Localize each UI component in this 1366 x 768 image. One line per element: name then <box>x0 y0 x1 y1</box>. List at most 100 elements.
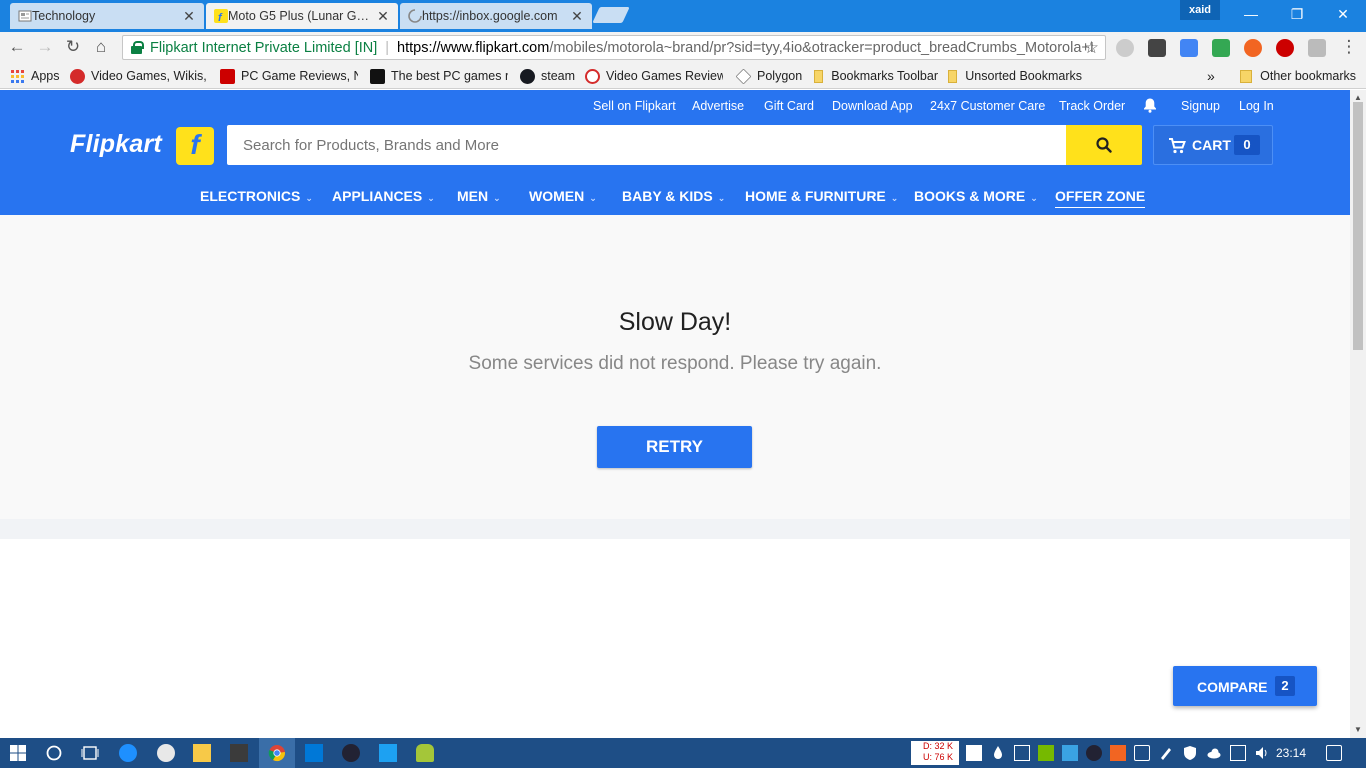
extension-orange-icon[interactable] <box>1244 39 1262 57</box>
back-arrow-icon[interactable]: ← <box>6 36 28 58</box>
cortana-icon[interactable] <box>45 744 63 762</box>
tab-inbox[interactable]: https://inbox.google.com ✕ <box>400 3 592 29</box>
category-baby-kids[interactable]: BABY & KIDS ⌄ <box>622 188 725 204</box>
file-explorer-icon[interactable] <box>193 744 211 762</box>
tray-network-app-icon[interactable] <box>1062 745 1078 761</box>
offer-zone-link[interactable]: OFFER ZONE <box>1055 188 1146 208</box>
usb-icon[interactable] <box>1134 745 1150 761</box>
bookmark-folder-unsorted[interactable]: Unsorted Bookmarks <box>948 67 1082 85</box>
media-app-icon[interactable] <box>230 744 248 762</box>
drive-extension-icon[interactable] <box>1212 39 1230 57</box>
login-link[interactable]: Log In <box>1239 99 1274 113</box>
restore-button[interactable]: ❐ <box>1274 0 1320 28</box>
tab-close-icon[interactable]: ✕ <box>570 8 584 25</box>
search-button[interactable] <box>1066 125 1142 165</box>
category-electronics[interactable]: ELECTRONICS ⌄ <box>200 188 313 204</box>
network-meter[interactable]: D: 32 K U: 76 K <box>911 741 959 765</box>
chevron-down-icon: ⌄ <box>589 193 597 203</box>
extension-gray-icon[interactable] <box>1308 39 1326 57</box>
track-order-link[interactable]: Track Order <box>1059 99 1125 113</box>
cast-extension-icon[interactable] <box>1148 39 1166 57</box>
download-app-link[interactable]: Download App <box>832 99 913 113</box>
itunes-icon[interactable] <box>157 744 175 762</box>
scrollbar-thumb[interactable] <box>1353 102 1363 350</box>
bookmark-apps[interactable]: Apps <box>10 67 62 85</box>
tray-orange-icon[interactable] <box>1110 745 1126 761</box>
adblock-extension-icon[interactable] <box>1276 39 1294 57</box>
flipkart-logo[interactable]: Flipkart <box>70 130 162 159</box>
cart-button[interactable]: CART 0 <box>1153 125 1273 165</box>
app-blue-icon[interactable] <box>379 744 397 762</box>
task-view-icon[interactable] <box>81 744 99 762</box>
gift-card-link[interactable]: Gift Card <box>764 99 814 113</box>
other-bookmarks[interactable]: Other bookmarks <box>1240 67 1356 85</box>
reload-icon[interactable]: ↻ <box>62 36 84 58</box>
tray-gear-icon[interactable] <box>1014 745 1030 761</box>
category-women[interactable]: WOMEN ⌄ <box>529 188 597 204</box>
search-input[interactable] <box>227 125 1067 165</box>
tab-moto-g5-plus[interactable]: f Moto G5 Plus (Lunar Grey ✕ <box>206 3 398 29</box>
chrome-taskbar-button[interactable] <box>259 738 295 768</box>
category-books-more[interactable]: BOOKS & MORE ⌄ <box>914 188 1038 204</box>
bookmark-star-icon[interactable]: ☆ <box>1084 38 1099 58</box>
address-bar[interactable]: Flipkart Internet Private Limited [IN] |… <box>122 35 1106 60</box>
category-appliances[interactable]: APPLIANCES ⌄ <box>332 188 435 204</box>
bookmarks-overflow-button[interactable]: » <box>1207 67 1221 85</box>
android-icon[interactable] <box>416 744 434 762</box>
scroll-down-arrow-icon[interactable]: ▼ <box>1350 722 1366 738</box>
forward-arrow-icon[interactable]: → <box>34 36 56 58</box>
category-men[interactable]: MEN ⌄ <box>457 188 501 204</box>
profile-button[interactable]: xaid <box>1180 0 1220 20</box>
home-icon[interactable]: ⌂ <box>90 36 112 58</box>
bookmark-pc-game-reviews[interactable]: PC Game Reviews, Ne <box>220 67 358 85</box>
category-home-furniture[interactable]: HOME & FURNITURE ⌄ <box>745 188 898 204</box>
bookmark-steam[interactable]: steam <box>520 67 578 85</box>
onedrive-cloud-icon[interactable] <box>1206 745 1222 761</box>
shield-icon[interactable] <box>1182 745 1198 761</box>
windows-taskbar: D: 32 K U: 76 K 23:14 <box>0 738 1366 768</box>
pen-icon[interactable] <box>1158 745 1174 761</box>
nvidia-icon[interactable] <box>1038 745 1054 761</box>
tab-technology[interactable]: Technology ✕ <box>10 3 204 29</box>
flipkart-favicon-icon: f <box>214 9 228 23</box>
translate-extension-icon[interactable] <box>1180 39 1198 57</box>
category-label: BOOKS & MORE <box>914 188 1026 204</box>
action-center-icon[interactable] <box>1326 745 1342 761</box>
bookmark-folder-toolbar[interactable]: Bookmarks Toolbar <box>814 67 938 85</box>
bookmark-label: Polygon <box>757 69 803 83</box>
minimize-button[interactable]: — <box>1228 0 1274 28</box>
category-label: APPLIANCES <box>332 188 423 204</box>
compare-button[interactable]: COMPARE 2 <box>1173 666 1317 706</box>
clock[interactable]: 23:14 <box>1276 746 1306 760</box>
advertise-link[interactable]: Advertise <box>692 99 744 113</box>
tab-close-icon[interactable]: ✕ <box>182 8 196 25</box>
tray-drop-icon[interactable] <box>990 745 1006 761</box>
customer-care-link[interactable]: 24x7 Customer Care <box>930 99 1045 113</box>
section-divider <box>0 519 1350 539</box>
download-extension-icon[interactable] <box>1116 39 1134 57</box>
lock-icon <box>131 41 144 54</box>
notification-bell-icon[interactable] <box>1142 97 1158 113</box>
bookmark-video-games-wikis[interactable]: Video Games, Wikis, C <box>70 67 208 85</box>
steam-tray-icon[interactable] <box>1086 745 1102 761</box>
menu-kebab-icon[interactable]: ⋮ <box>1338 36 1360 58</box>
windows-start-icon[interactable] <box>9 744 27 762</box>
steam-taskbar-icon[interactable] <box>342 744 360 762</box>
tab-close-icon[interactable]: ✕ <box>376 8 390 25</box>
new-tab-button[interactable] <box>592 7 630 23</box>
wikia-icon <box>70 68 85 84</box>
network-icon[interactable] <box>1230 745 1246 761</box>
page-scrollbar[interactable]: ▲ ▼ <box>1350 90 1366 738</box>
bookmark-best-pc-games[interactable]: The best PC games re <box>370 67 508 85</box>
retry-button[interactable]: RETRY <box>597 426 752 468</box>
download-rate: D: 32 K <box>923 741 954 751</box>
bookmark-polygon[interactable]: Polygon <box>736 67 804 85</box>
tray-app-icon[interactable] <box>966 745 982 761</box>
volume-icon[interactable] <box>1254 745 1270 761</box>
close-window-button[interactable]: ✕ <box>1320 0 1366 28</box>
edge-icon[interactable] <box>119 744 137 762</box>
signup-link[interactable]: Signup <box>1181 99 1220 113</box>
store-icon[interactable] <box>305 744 323 762</box>
bookmark-video-games-reviews[interactable]: Video Games Reviews <box>585 67 723 85</box>
sell-on-flipkart-link[interactable]: Sell on Flipkart <box>593 99 676 113</box>
